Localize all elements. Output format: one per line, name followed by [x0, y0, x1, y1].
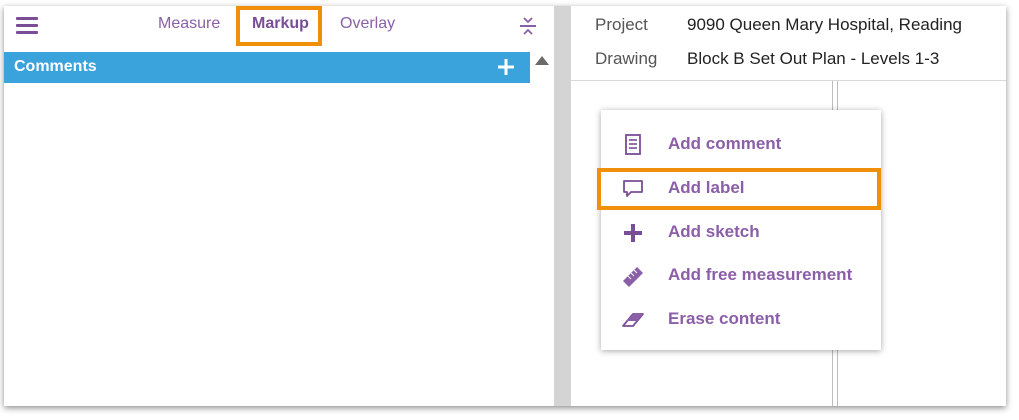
- menu-item-label: Add comment: [668, 134, 782, 153]
- tab-overlay[interactable]: Overlay: [340, 15, 395, 33]
- menu-item-erase-content[interactable]: Erase content: [601, 299, 881, 339]
- menu-item-add-sketch[interactable]: Add sketch: [601, 212, 881, 252]
- collapse-panel-icon[interactable]: [518, 15, 538, 37]
- tab-measure[interactable]: Measure: [158, 15, 220, 33]
- document-icon: [625, 134, 641, 155]
- drawing-info-header: Project 9090 Queen Mary Hospital, Readin…: [571, 6, 1006, 81]
- project-value: 9090 Queen Mary Hospital, Reading: [687, 15, 962, 34]
- menu-item-add-comment[interactable]: Add comment: [601, 124, 881, 164]
- menu-item-label: Add free measurement: [668, 265, 853, 284]
- app-window: Measure Markup Overlay Comments Project …: [4, 6, 1006, 406]
- drawing-label: Drawing: [595, 49, 658, 68]
- scroll-up-arrow-icon[interactable]: [535, 56, 549, 65]
- panel-toolbar: Measure Markup Overlay: [4, 6, 554, 46]
- eraser-icon: [622, 313, 644, 327]
- markup-side-panel: Measure Markup Overlay Comments: [4, 6, 554, 406]
- menu-item-add-label[interactable]: Add label: [597, 168, 881, 210]
- menu-item-label: Add sketch: [668, 222, 760, 241]
- panel-splitter[interactable]: [554, 6, 571, 406]
- speech-bubble-icon: [623, 180, 643, 197]
- comments-title: Comments: [14, 58, 97, 75]
- project-label: Project: [595, 15, 648, 34]
- menu-item-label: Erase content: [668, 309, 781, 328]
- hamburger-menu-icon[interactable]: [16, 17, 38, 35]
- add-comment-plus-icon[interactable]: [498, 59, 514, 75]
- comments-list: [4, 83, 530, 406]
- drawing-value: Block B Set Out Plan - Levels 1-3: [687, 49, 940, 68]
- menu-item-label: Add label: [668, 178, 745, 197]
- markup-context-menu: Add comment Add label Add sketch Add fre…: [597, 110, 881, 350]
- menu-item-add-free-measurement[interactable]: Add free measurement: [601, 255, 881, 295]
- plus-icon: [624, 224, 642, 242]
- ruler-icon: [623, 267, 643, 287]
- comments-header: Comments: [4, 52, 530, 83]
- tab-markup[interactable]: Markup: [252, 15, 309, 33]
